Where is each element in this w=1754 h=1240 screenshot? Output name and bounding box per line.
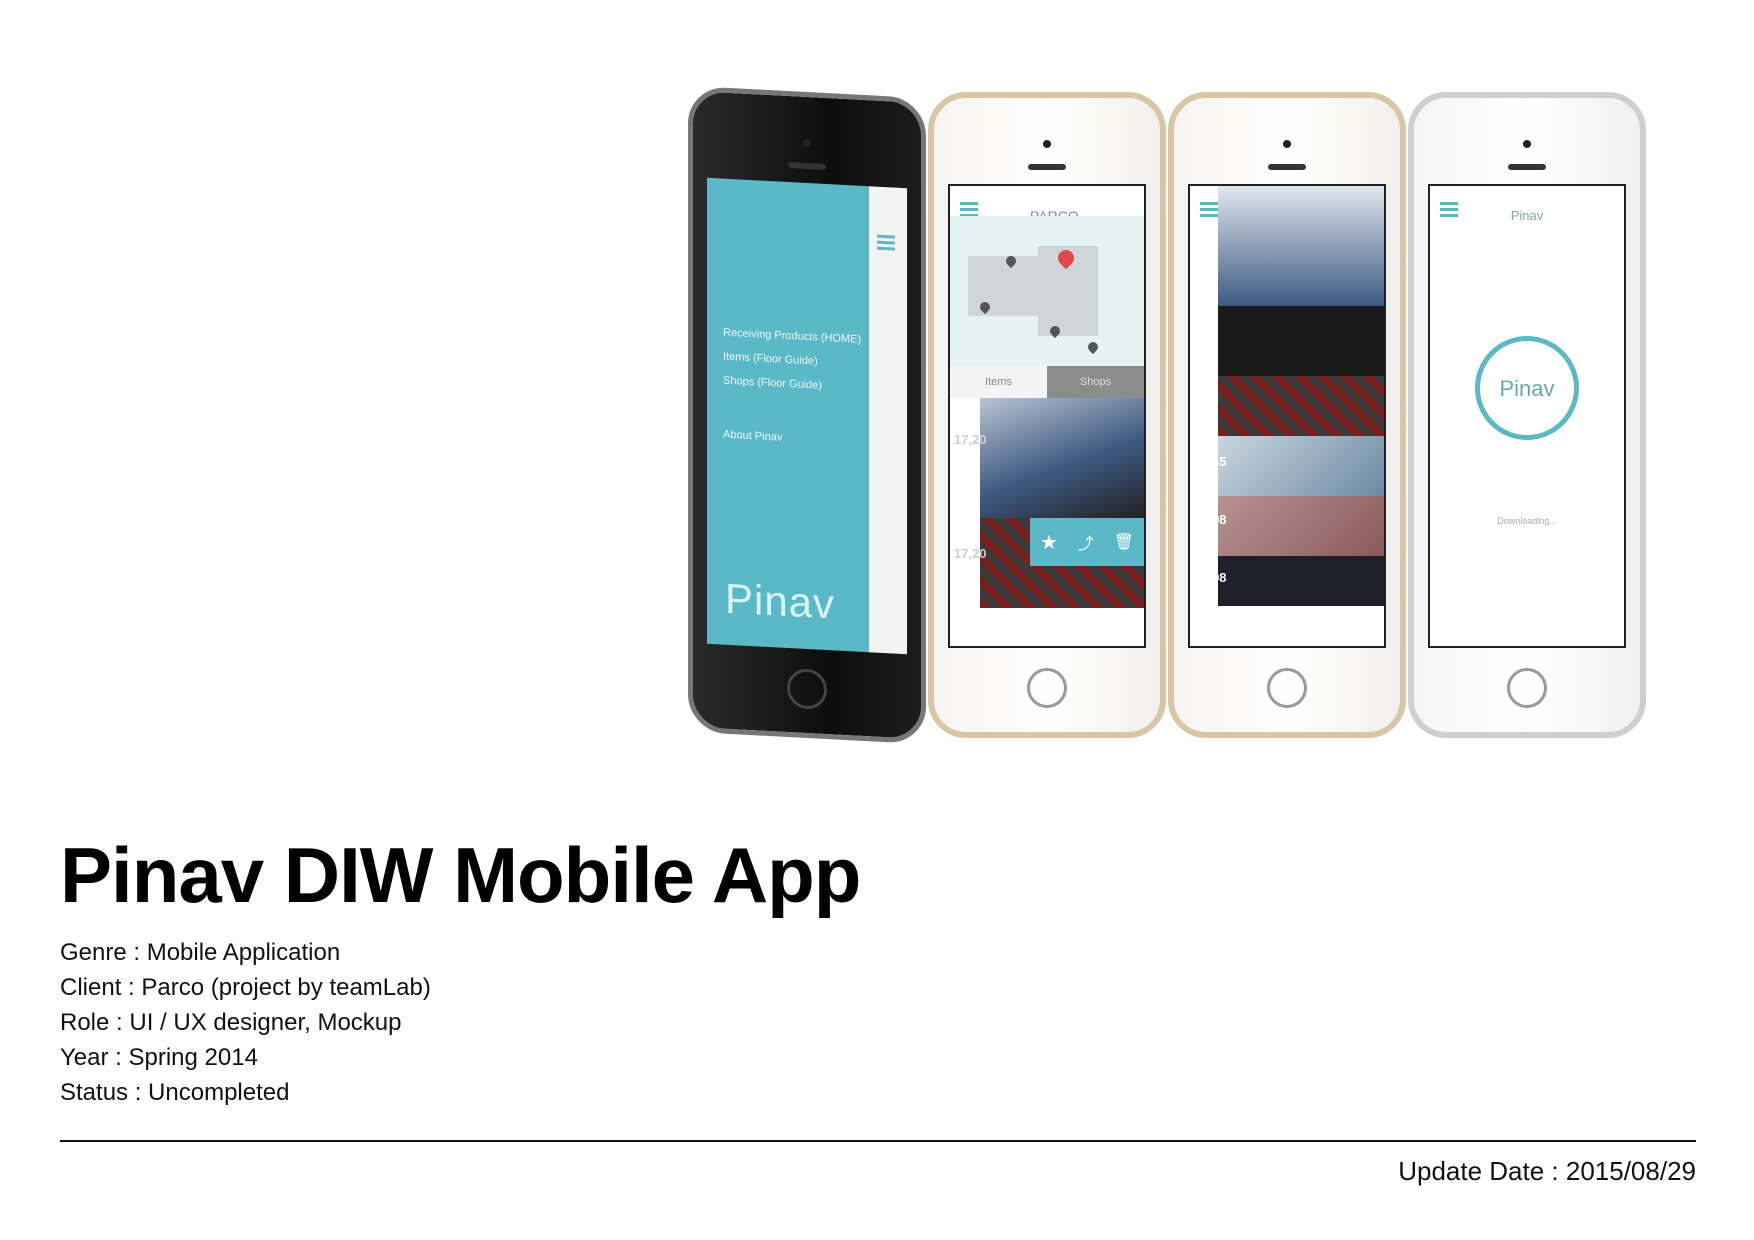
price-label: 5,145 — [1194, 454, 1227, 469]
price-label: 17,20 — [954, 546, 987, 561]
divider — [60, 1140, 1696, 1142]
tab-shops[interactable]: Shops — [1047, 366, 1144, 398]
phone-feed-mockup: 50 150 5,145 4,998 4,998 — [1168, 92, 1406, 738]
hamburger-menu-icon[interactable] — [1200, 202, 1218, 217]
meta-year: Year : Spring 2014 — [60, 1044, 258, 1071]
phone-map-mockup: PARCO 2F Items Shops 17,20 50 17,20 ★ — [928, 92, 1166, 738]
camera-icon — [1283, 140, 1291, 148]
home-button — [787, 667, 827, 711]
phone-splash-mockup: Pinav Pinav Downloading... — [1408, 92, 1646, 738]
menu-item-about[interactable]: About Pinav — [723, 429, 782, 444]
camera-icon — [803, 138, 811, 148]
map-block — [968, 256, 1038, 316]
phone-menu-mockup: Receiving Products (HOME) Items (Floor G… — [688, 85, 926, 745]
product-image[interactable] — [1218, 306, 1384, 376]
price-label: 17,20 — [954, 432, 987, 447]
meta-genre: Genre : Mobile Application — [60, 939, 341, 966]
share-icon[interactable]: ⤴ — [1078, 530, 1094, 554]
price-label: 4,998 — [1194, 570, 1227, 585]
floor-map[interactable] — [950, 216, 1144, 366]
product-image[interactable] — [1218, 186, 1384, 306]
speaker — [788, 162, 826, 170]
menu-item-home[interactable]: Receiving Products (HOME) — [723, 327, 861, 346]
project-meta: Genre : Mobile Application Client : Parc… — [60, 935, 431, 1110]
camera-icon — [1523, 140, 1531, 148]
splash-screen: Pinav Pinav Downloading... — [1428, 184, 1626, 648]
pinav-small-logo: Pinav — [1510, 208, 1544, 223]
meta-role: Role : UI / UX designer, Mockup — [60, 1009, 402, 1036]
product-image[interactable] — [1218, 376, 1384, 436]
tab-bar: Items Shops — [950, 366, 1144, 398]
item-action-bar: ★ ⤴ 🗑 — [1030, 518, 1144, 566]
trash-icon[interactable]: 🗑 — [1114, 532, 1134, 552]
map-screen: PARCO 2F Items Shops 17,20 50 17,20 ★ — [948, 184, 1146, 648]
page-title: Pinav DIW Mobile App — [60, 831, 861, 919]
menu-item-shops[interactable]: Shops (Floor Guide) — [723, 375, 822, 392]
hamburger-menu-icon[interactable] — [960, 202, 978, 217]
home-button — [1507, 668, 1547, 708]
tab-items[interactable]: Items — [950, 366, 1047, 398]
map-pin-icon[interactable] — [1085, 339, 1101, 355]
update-date: Update Date : 2015/08/29 — [1398, 1156, 1696, 1186]
home-button — [1027, 668, 1067, 708]
product-image[interactable] — [1218, 436, 1384, 496]
product-image[interactable] — [1218, 496, 1384, 556]
meta-status: Status : Uncompleted — [60, 1079, 290, 1106]
favorite-star-icon[interactable]: ★ — [1040, 530, 1058, 555]
menu-item-items[interactable]: Items (Floor Guide) — [723, 351, 818, 368]
home-button — [1267, 668, 1307, 708]
price-label: 150 — [1194, 400, 1216, 415]
slide: Receiving Products (HOME) Items (Floor G… — [0, 0, 1754, 1240]
price-label: 50 — [954, 486, 969, 501]
side-strip — [869, 186, 907, 655]
pinav-logo: Pinav — [1499, 376, 1555, 401]
product-image[interactable] — [980, 398, 1144, 518]
camera-icon — [1043, 140, 1051, 148]
price-label: 4,998 — [1194, 512, 1227, 527]
menu-screen: Receiving Products (HOME) Items (Floor G… — [707, 177, 907, 655]
loading-status: Downloading... — [1497, 516, 1557, 526]
feed-screen: 50 150 5,145 4,998 4,998 — [1188, 184, 1386, 648]
speaker — [1508, 164, 1546, 170]
hamburger-menu-icon[interactable] — [877, 234, 895, 251]
speaker — [1028, 164, 1066, 170]
product-image[interactable] — [1218, 556, 1384, 606]
price-label: 50 — [1194, 280, 1209, 295]
pinav-logo: Pinav — [725, 574, 836, 628]
meta-client: Client : Parco (project by teamLab) — [60, 974, 431, 1001]
speaker — [1268, 164, 1306, 170]
